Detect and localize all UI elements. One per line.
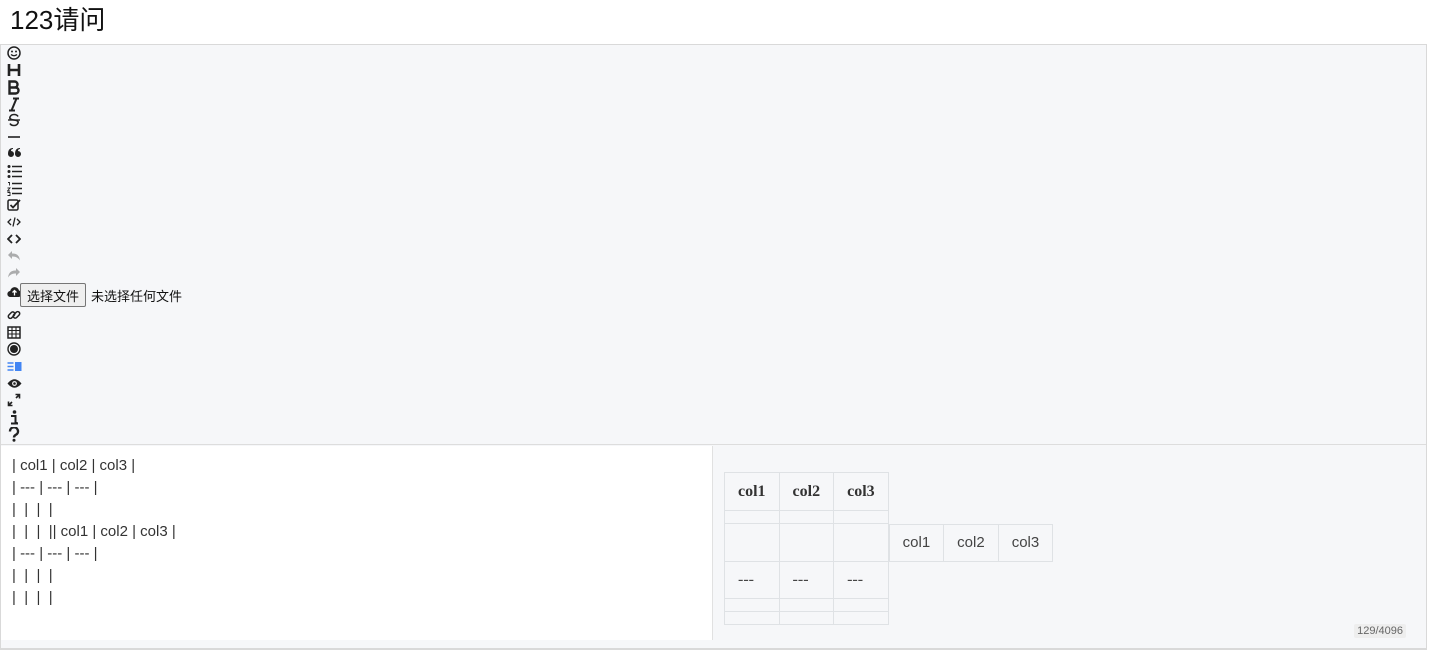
table-header-cell: col3 [833, 472, 889, 511]
preview-table: col1 col2 col3 col1 col2 col3 --- --- --… [724, 472, 1054, 625]
strikethrough-icon[interactable] [6, 112, 22, 128]
italic-icon[interactable] [6, 96, 22, 112]
nested-table: col1 col2 col3 [888, 523, 1054, 562]
table-cell: col2 [943, 523, 999, 562]
record-icon[interactable] [6, 341, 22, 357]
table-cell: col1 [888, 523, 945, 562]
file-upload: 选择文件 未选择任何文件 [20, 283, 182, 307]
table-cell [778, 598, 835, 612]
heading-icon[interactable] [6, 62, 22, 78]
code-icon[interactable] [6, 214, 22, 230]
table-cell: --- [724, 561, 780, 599]
quote-icon[interactable] [6, 146, 22, 162]
table-header-cell: col2 [778, 472, 835, 511]
file-status: 未选择任何文件 [91, 288, 183, 304]
table-cell: col3 [997, 523, 1054, 562]
choose-file-button[interactable]: 选择文件 [20, 283, 87, 307]
character-counter: 129/4096 [1354, 624, 1406, 638]
help-icon[interactable] [6, 426, 22, 442]
table-icon[interactable] [6, 324, 22, 340]
both-panes-icon[interactable] [6, 358, 22, 374]
ordered-list-icon[interactable] [6, 180, 22, 196]
table-cell [724, 611, 780, 625]
table-row: --- --- --- [724, 561, 1054, 599]
table-cell [833, 611, 889, 625]
unordered-list-icon[interactable] [6, 163, 22, 179]
table-cell: --- [778, 561, 835, 599]
table-cell [778, 611, 835, 625]
table-cell [833, 598, 889, 612]
info-icon[interactable] [6, 409, 22, 425]
emoji-icon[interactable] [6, 45, 22, 61]
editor-toolbar: 选择文件 未选择任何文件 [1, 45, 1426, 445]
divider [0, 648, 1427, 650]
table-cell [778, 510, 835, 524]
table-cell [724, 523, 780, 562]
fullscreen-icon[interactable] [6, 392, 22, 408]
horizontal-rule-icon[interactable] [6, 129, 22, 145]
preview-pane: col1 col2 col3 col1 col2 col3 --- --- --… [714, 446, 1426, 649]
markdown-textarea[interactable]: | col1 | col2 | col3 | | --- | --- | ---… [1, 446, 713, 640]
table-header-row: col1 col2 col3 [724, 472, 1054, 511]
nested-cells: col1 col2 col3 [888, 523, 1054, 562]
markdown-editor: 选择文件 未选择任何文件 | col1 | col2 | col3 | | --… [0, 44, 1427, 650]
preview-icon[interactable] [6, 375, 22, 391]
page-title: 123请问 [10, 5, 106, 35]
table-row: col1 col2 col3 [724, 523, 1054, 562]
table-row [724, 611, 1054, 625]
redo-icon[interactable] [6, 265, 22, 281]
table-header-cell: col1 [724, 472, 780, 511]
table-row [724, 598, 1054, 612]
undo-icon[interactable] [6, 248, 22, 264]
bold-icon[interactable] [6, 79, 22, 95]
table-cell [778, 523, 835, 562]
link-icon[interactable] [6, 307, 22, 323]
table-cell [833, 510, 889, 524]
checklist-icon[interactable] [6, 197, 22, 213]
table-row [724, 510, 1054, 524]
table-cell [724, 510, 780, 524]
table-cell [833, 523, 889, 562]
table-cell: --- [833, 561, 889, 599]
inline-code-icon[interactable] [6, 231, 22, 247]
table-cell [724, 598, 780, 612]
